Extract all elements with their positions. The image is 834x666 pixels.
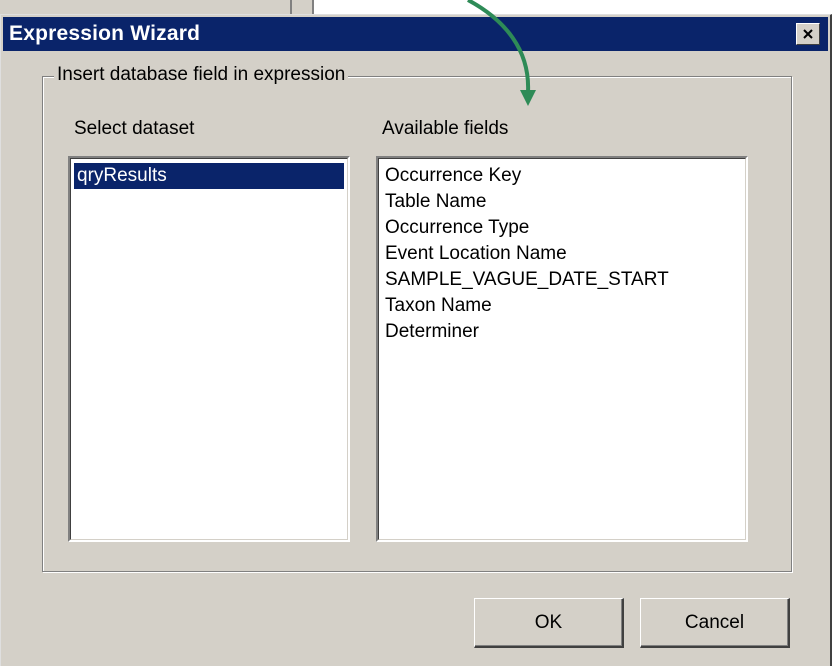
fields-listbox-border: Occurrence Key Table Name Occurrence Typ… xyxy=(378,158,746,540)
close-icon xyxy=(803,29,813,39)
title-bar[interactable]: Expression Wizard xyxy=(3,17,828,51)
list-item[interactable]: qryResults xyxy=(74,163,344,189)
list-item[interactable]: Occurrence Type xyxy=(379,215,745,241)
list-item[interactable]: Taxon Name xyxy=(379,293,745,319)
dataset-listbox[interactable]: qryResults xyxy=(68,156,350,542)
list-item[interactable]: Determiner xyxy=(379,319,745,345)
list-item[interactable]: Table Name xyxy=(379,189,745,215)
groupbox-label: Insert database field in expression xyxy=(54,64,349,86)
fields-listbox[interactable]: Occurrence Key Table Name Occurrence Typ… xyxy=(376,156,748,542)
list-item[interactable]: Event Location Name xyxy=(379,241,745,267)
select-dataset-label: Select dataset xyxy=(74,118,195,139)
ok-button[interactable]: OK xyxy=(474,598,624,648)
list-item[interactable]: Occurrence Key xyxy=(379,163,745,189)
dialog-title: Expression Wizard xyxy=(9,22,201,45)
list-item[interactable]: SAMPLE_VAGUE_DATE_START xyxy=(379,267,745,293)
close-button[interactable] xyxy=(796,23,820,45)
cancel-button[interactable]: Cancel xyxy=(640,598,790,648)
available-fields-label: Available fields xyxy=(382,118,509,139)
dataset-listbox-border: qryResults xyxy=(70,158,348,540)
